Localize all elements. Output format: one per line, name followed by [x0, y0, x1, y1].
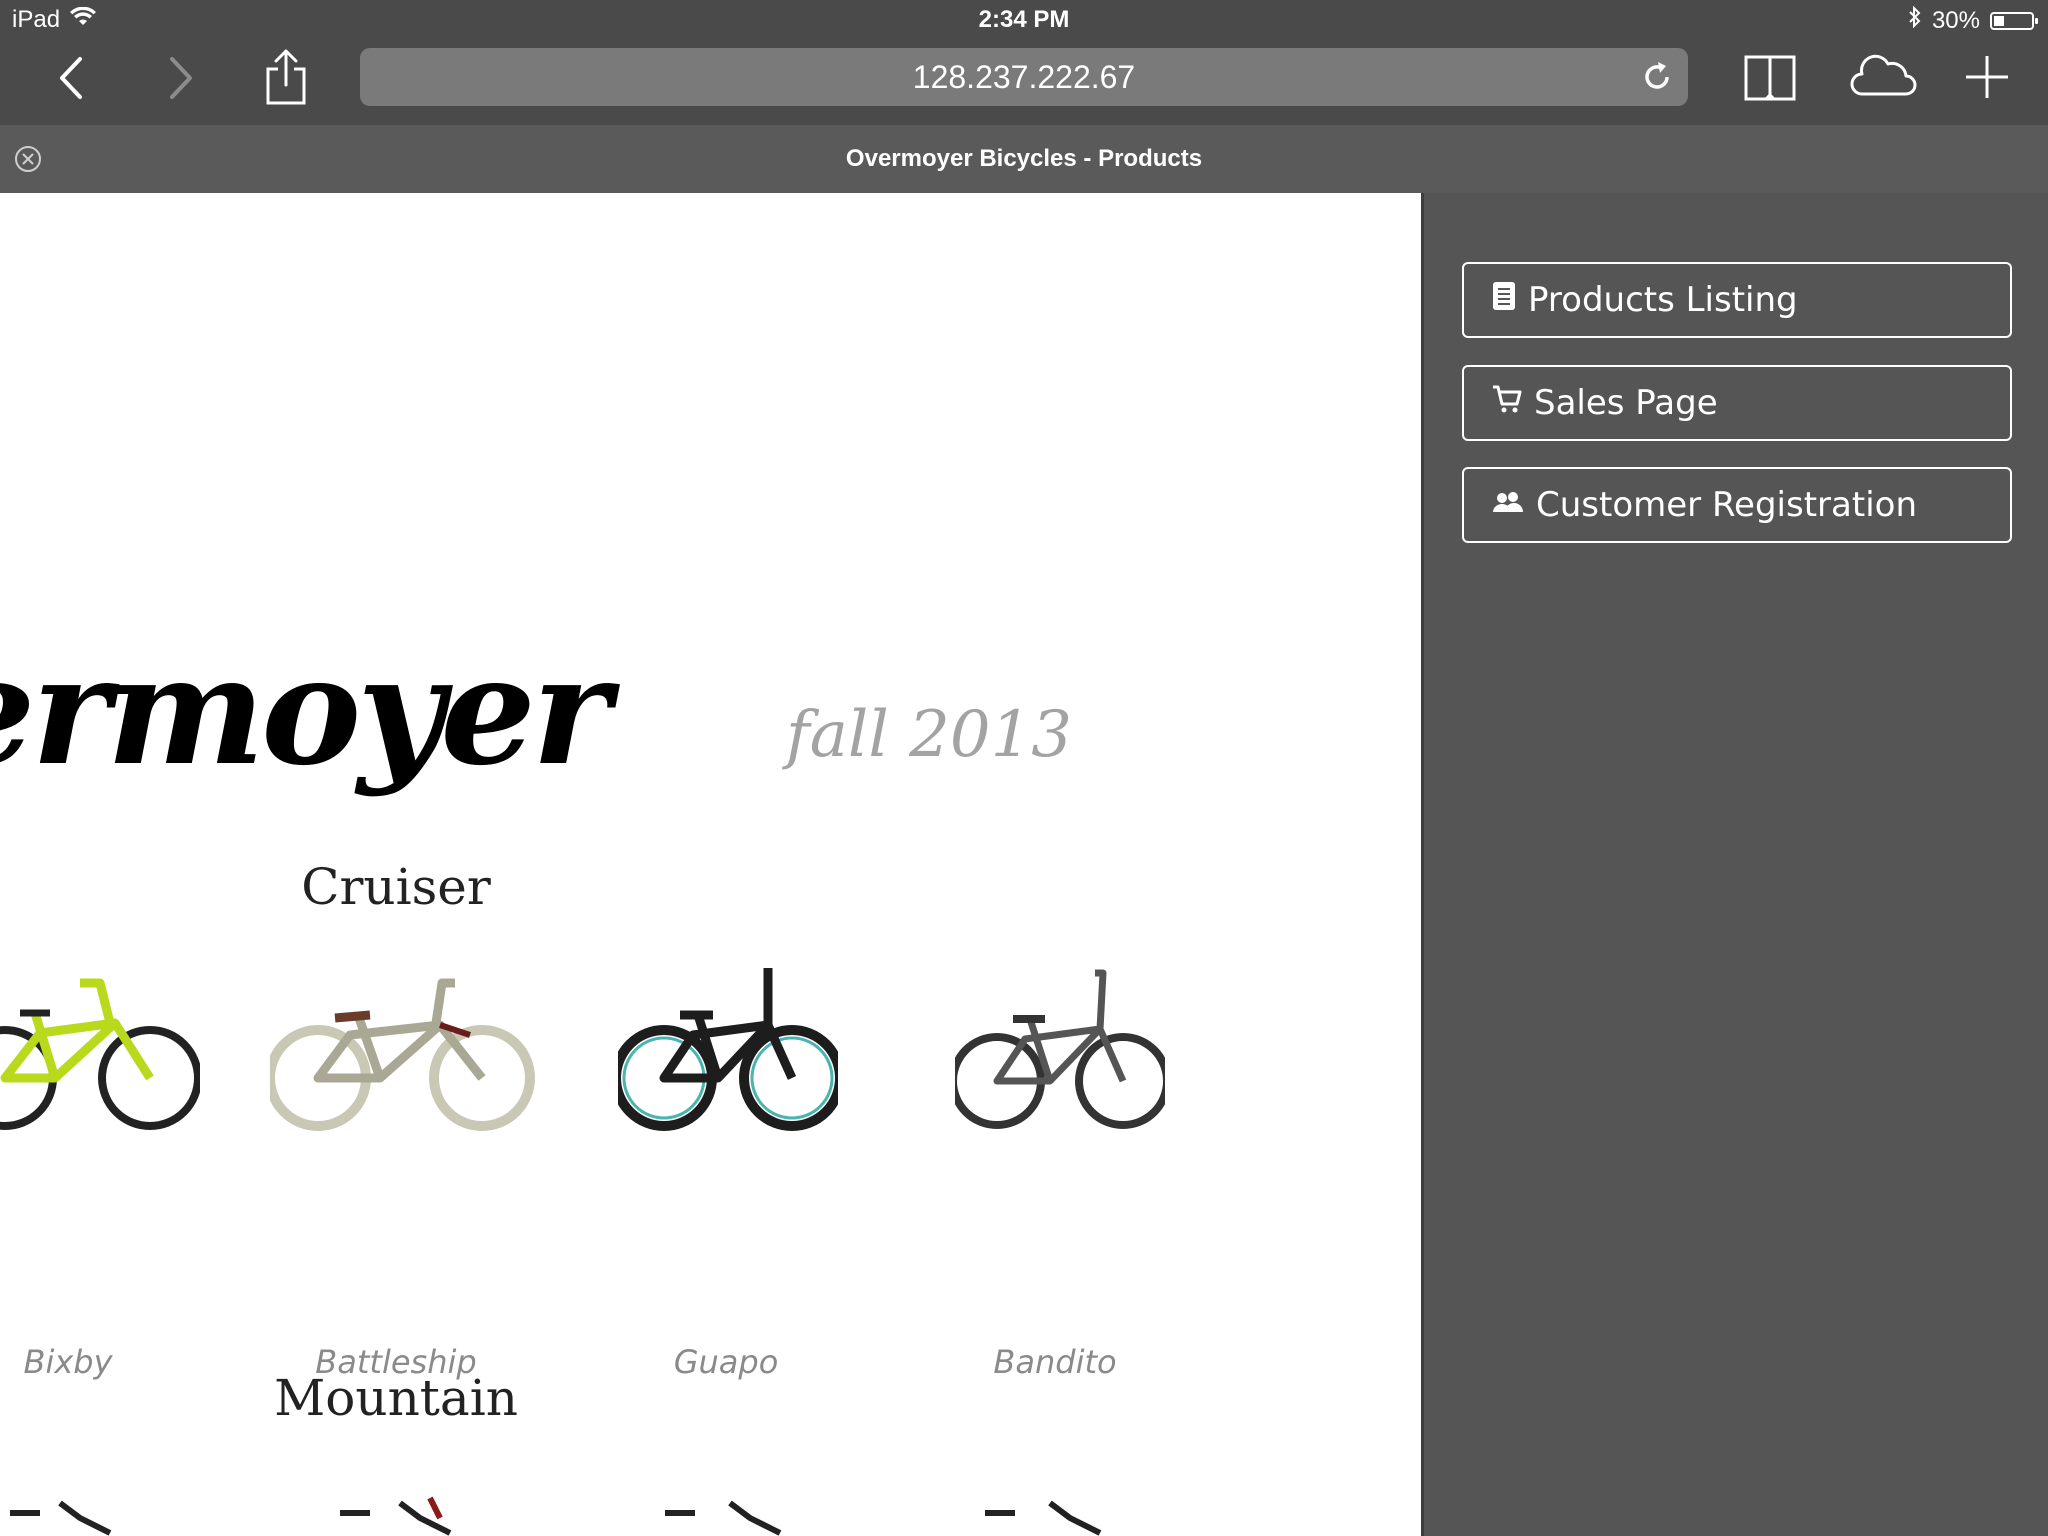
- share-icon: [266, 49, 306, 105]
- category-heading-cruiser: Cruiser: [301, 858, 491, 916]
- bluetooth-icon: [1908, 5, 1922, 35]
- products-listing-button[interactable]: Products Listing: [1462, 262, 2012, 338]
- battery-percent: 30%: [1931, 6, 1980, 34]
- bike-label-guapo[interactable]: Guapo: [596, 1343, 856, 1381]
- customer-registration-label: Customer Registration: [1536, 485, 1917, 525]
- document-icon: [1492, 280, 1516, 320]
- forward-button[interactable]: [160, 52, 202, 104]
- bike-label-bixby[interactable]: Bixby: [0, 1343, 198, 1381]
- customer-registration-button[interactable]: Customer Registration: [1462, 467, 2012, 543]
- season-label: fall 2013: [786, 698, 1072, 772]
- bike-image-battleship[interactable]: [265, 963, 535, 1133]
- plus-icon: [1966, 56, 2008, 98]
- sidebar: Products Listing Sales Page Customer Reg…: [1421, 193, 2048, 1536]
- cart-icon: [1492, 383, 1522, 423]
- status-bar: iPad 2:34 PM 30%: [0, 0, 2048, 40]
- cloud-icon: [1850, 54, 1917, 96]
- url-text: 128.237.222.67: [912, 58, 1136, 95]
- chevron-right-icon: [170, 57, 192, 99]
- sales-page-button[interactable]: Sales Page: [1462, 365, 2012, 441]
- brand-logo: ermoyer: [0, 623, 611, 799]
- products-listing-label: Products Listing: [1528, 280, 1798, 320]
- mountain-bike-row: [0, 1493, 1421, 1536]
- bookmarks-button[interactable]: [1740, 48, 1800, 106]
- address-bar[interactable]: 128.237.222.67: [360, 48, 1688, 106]
- book-icon: [1744, 55, 1796, 101]
- sales-page-label: Sales Page: [1534, 383, 1718, 423]
- bike-image-bandito[interactable]: [949, 963, 1171, 1133]
- tab-bar: Overmoyer Bicycles - Products: [0, 125, 2048, 193]
- new-tab-button[interactable]: [1962, 48, 2012, 106]
- icloud-tabs-button[interactable]: [1848, 48, 1918, 106]
- back-button[interactable]: [50, 52, 92, 104]
- bike-image-guapo[interactable]: [611, 963, 845, 1133]
- web-content: ermoyer fall 2013 Cruiser Bixby Battlesh…: [0, 193, 1421, 1536]
- bike-label-bandito[interactable]: Bandito: [925, 1343, 1185, 1381]
- reload-icon[interactable]: [1640, 60, 1674, 102]
- battery-icon: [1990, 11, 2038, 30]
- tab-title[interactable]: Overmoyer Bicycles - Products: [0, 145, 2048, 173]
- bike-image-bixby[interactable]: [0, 963, 202, 1133]
- users-icon: [1492, 485, 1524, 525]
- category-heading-mountain: Mountain: [274, 1369, 518, 1427]
- chevron-left-icon: [60, 57, 82, 99]
- status-time: 2:34 PM: [978, 6, 1070, 33]
- share-button[interactable]: [260, 44, 312, 108]
